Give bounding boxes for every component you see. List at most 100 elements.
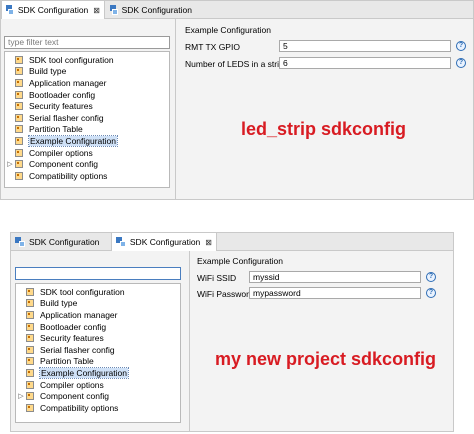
tree-item[interactable]: Example Configuration: [5, 134, 118, 147]
close-tab-icon[interactable]: ⊠: [205, 238, 212, 247]
tree-item[interactable]: SDK tool configuration: [5, 54, 114, 66]
expand-arrow-icon[interactable]: ▷: [16, 392, 26, 400]
config-category-icon: [15, 113, 23, 122]
tree-item[interactable]: Build type: [5, 66, 66, 78]
tree-item[interactable]: Compatibility options: [16, 402, 118, 414]
config-category-icon: [15, 160, 23, 169]
bottom-filter-input[interactable]: [15, 267, 181, 280]
tree-item-label: Build type: [29, 66, 67, 77]
bottom-config-tree: SDK tool configuration Build type Applicat…: [15, 283, 181, 423]
tree-item[interactable]: Bootloader config: [16, 321, 106, 333]
top-tab-bar: SDK Configuration ⊠ SDK Configuration: [1, 1, 473, 19]
tab-label: SDK Configuration: [29, 236, 100, 247]
tree-item[interactable]: ▷ Component config: [5, 158, 98, 170]
tree-item-label: Compatibility options: [29, 170, 108, 181]
top-section-title: Example Configuration: [185, 25, 271, 35]
tree-item-label: Partition Table: [29, 124, 83, 135]
tab-label: SDK Configuration: [129, 237, 201, 247]
tree-item[interactable]: Compiler options: [5, 147, 93, 159]
config-category-icon: [26, 299, 34, 308]
tab-label: SDK Configuration: [17, 5, 89, 15]
tree-item-label: Component config: [29, 159, 98, 170]
config-category-icon: [26, 322, 34, 331]
bottom-tab-bar: SDK Configuration SDK Configuration ⊠: [11, 233, 453, 251]
tree-item-label: Compiler options: [40, 379, 104, 390]
config-category-icon: [26, 357, 34, 366]
tree-item[interactable]: Security features: [16, 332, 104, 344]
tree-item-label: Application manager: [40, 309, 118, 320]
bottom-field-input-wifi-password[interactable]: mypassword: [249, 287, 421, 299]
config-category-icon: [15, 125, 23, 134]
config-category-icon: [15, 148, 23, 157]
top-field-input-num-leds[interactable]: 6: [279, 57, 451, 69]
top-tab-sdk-configuration-2[interactable]: SDK Configuration: [106, 1, 196, 18]
top-sdk-config-panel: SDK Configuration ⊠ SDK Configuration ty…: [0, 0, 474, 200]
tree-item[interactable]: Compatibility options: [5, 170, 107, 182]
config-category-icon: [26, 310, 34, 319]
bottom-field-input-wifi-ssid[interactable]: myssid: [249, 271, 421, 283]
help-icon[interactable]: ?: [426, 288, 436, 298]
config-category-icon: [26, 392, 34, 401]
tree-item[interactable]: Application manager: [5, 77, 107, 89]
tree-item[interactable]: Security features: [5, 100, 93, 112]
tree-item-label: SDK tool configuration: [40, 286, 125, 297]
tree-item[interactable]: Example Configuration: [16, 366, 129, 379]
tab-label: SDK Configuration: [121, 4, 192, 15]
sdk-config-icon: [6, 5, 14, 15]
config-category-icon: [26, 345, 34, 354]
tree-item-label: Security features: [40, 333, 104, 344]
config-category-icon: [15, 67, 23, 76]
tree-item[interactable]: Serial flasher config: [5, 112, 104, 124]
tree-item[interactable]: Bootloader config: [5, 89, 95, 101]
config-category-icon: [15, 90, 23, 99]
config-category-icon: [15, 78, 23, 87]
tree-item-label: Component config: [40, 391, 109, 402]
tree-item-label: Serial flasher config: [29, 112, 104, 123]
top-field-input-rmt-tx-gpio[interactable]: 5: [279, 40, 451, 52]
bottom-sdk-config-panel: SDK Configuration SDK Configuration ⊠ SD…: [10, 232, 454, 432]
close-tab-icon[interactable]: ⊠: [93, 6, 100, 15]
bottom-tab-sdk-configuration-2[interactable]: SDK Configuration ⊠: [111, 233, 217, 251]
help-icon[interactable]: ?: [426, 272, 436, 282]
top-annotation: led_strip sdkconfig: [241, 119, 407, 139]
tree-item[interactable]: Serial flasher config: [16, 344, 115, 356]
tree-item-label: Build type: [40, 298, 78, 309]
sdk-config-icon: [116, 237, 126, 247]
config-category-icon: [15, 171, 23, 180]
bottom-annotation: my new project sdkconfig: [215, 349, 437, 369]
top-field-label-rmt-tx-gpio: RMT TX GPIO: [185, 42, 240, 52]
bottom-divider: [189, 251, 190, 431]
tree-item-label: Compiler options: [29, 147, 93, 158]
tree-item[interactable]: Compiler options: [16, 379, 104, 391]
bottom-field-label-wifi-ssid: WiFi SSID: [197, 273, 237, 283]
sdk-config-icon: [15, 236, 25, 247]
tree-item[interactable]: SDK tool configuration: [16, 286, 125, 298]
bottom-field-label-wifi-password: WiFi Password: [197, 289, 254, 299]
tree-item[interactable]: Partition Table: [5, 124, 83, 136]
tree-item-label: Partition Table: [40, 356, 94, 367]
tree-item-label: Example Configuration: [28, 134, 118, 147]
tree-item[interactable]: Build type: [16, 298, 77, 310]
tree-item-label: SDK tool configuration: [29, 54, 114, 65]
tree-item[interactable]: Partition Table: [16, 356, 94, 368]
top-divider: [175, 19, 176, 199]
config-category-icon: [26, 403, 34, 412]
top-config-tree: SDK tool configuration Build type Applicat…: [4, 51, 170, 188]
config-category-icon: [26, 287, 34, 296]
tree-item-label: Serial flasher config: [40, 344, 115, 355]
sdk-config-icon: [110, 4, 118, 15]
tree-item-label: Bootloader config: [40, 321, 107, 332]
help-icon[interactable]: ?: [456, 41, 466, 51]
tree-item-label: Compatibility options: [40, 402, 119, 413]
config-category-icon: [26, 334, 34, 343]
tree-item[interactable]: Application manager: [16, 309, 118, 321]
tree-item-label: Example Configuration: [39, 366, 129, 379]
expand-arrow-icon[interactable]: ▷: [5, 160, 15, 168]
bottom-tab-sdk-configuration-1[interactable]: SDK Configuration: [11, 233, 107, 250]
tree-item[interactable]: ▷ Component config: [16, 390, 109, 402]
top-tab-sdk-configuration-1[interactable]: SDK Configuration ⊠: [1, 1, 105, 19]
help-icon[interactable]: ?: [456, 58, 466, 68]
top-filter-input[interactable]: type filter text: [4, 36, 170, 49]
top-field-label-num-leds: Number of LEDS in a strip: [185, 59, 284, 69]
tree-item-label: Bootloader config: [29, 89, 96, 100]
